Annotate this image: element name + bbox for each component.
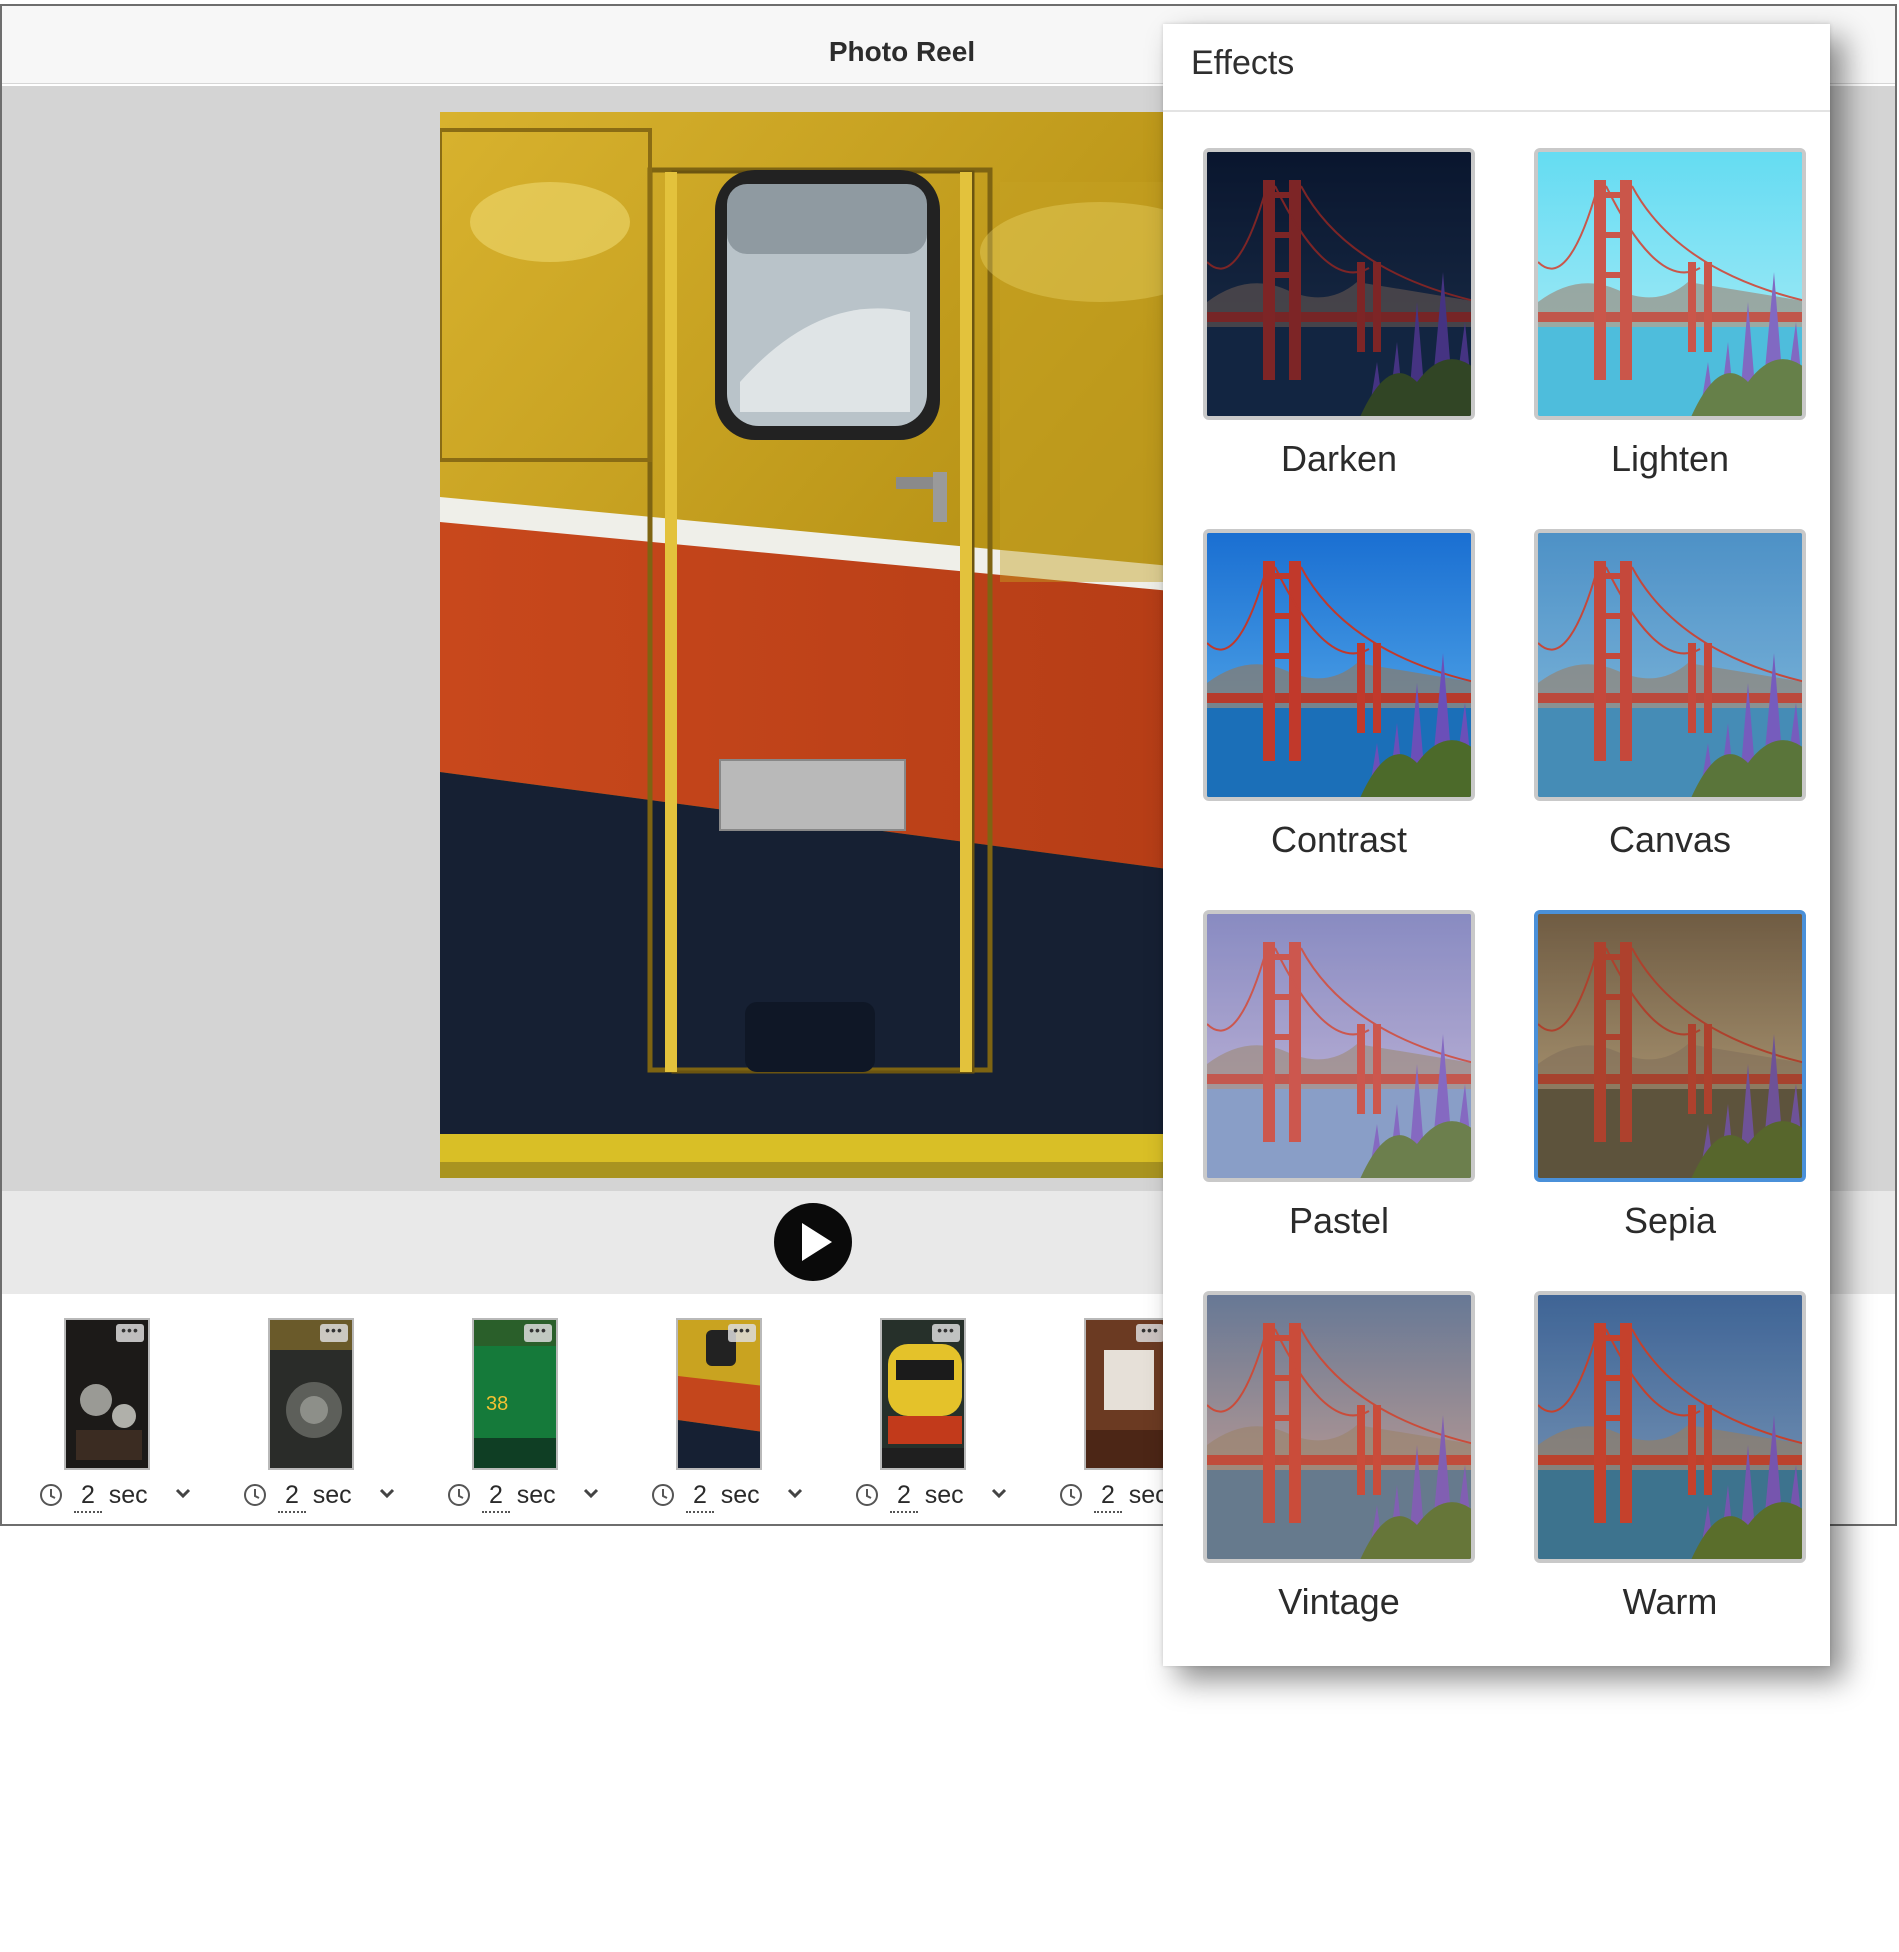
duration-value: 2 [278,1481,306,1513]
effect-option-sepia[interactable]: Sepia [1530,910,1810,1270]
bridge-preview-image [1538,914,1802,1178]
effect-preview[interactable] [1203,1291,1475,1563]
duration-unit: sec [1121,1481,1168,1509]
effect-label: Warm [1622,1581,1718,1622]
effect-preview[interactable] [1534,1291,1806,1563]
duration-value: 2 [890,1481,918,1513]
clock-icon [448,1484,470,1506]
effects-header: Effects [1163,24,1830,112]
slide-menu-icon[interactable]: ••• [116,1323,144,1342]
slide-image: 38 [474,1320,556,1468]
bridge-preview-image [1207,152,1471,416]
chevron-down-icon[interactable] [786,1486,804,1500]
effect-label: Canvas [1608,819,1732,860]
slide-duration[interactable]: 2 sec [278,1478,354,1513]
duration-unit: sec [917,1481,964,1509]
play-icon [802,1223,832,1261]
duration-unit: sec [713,1481,760,1509]
slide-menu-icon[interactable]: ••• [728,1323,756,1342]
effects-title: Effects [1191,44,1295,82]
effect-label: Vintage [1278,1581,1400,1622]
chevron-down-icon[interactable] [378,1486,396,1500]
bridge-preview-image [1207,914,1471,1178]
slide-image [270,1320,352,1468]
bridge-preview-image [1207,1295,1471,1559]
bridge-preview-image [1538,1295,1802,1559]
effect-option-warm[interactable]: Warm [1530,1291,1810,1651]
effect-preview[interactable] [1534,910,1806,1182]
effect-label: Lighten [1610,438,1730,479]
slide-duration[interactable]: 2 sec [74,1478,150,1513]
bridge-preview-image [1207,533,1471,797]
slide-thumbnail[interactable]: 38 ••• [472,1318,558,1470]
slide-duration[interactable]: 2 sec [890,1478,966,1513]
effect-option-pastel[interactable]: Pastel [1199,910,1479,1270]
slide-image [882,1320,964,1468]
slide-image [1086,1320,1168,1468]
slide-thumbnail[interactable]: ••• [64,1318,150,1470]
bridge-preview-image [1538,533,1802,797]
effect-preview[interactable] [1203,529,1475,801]
slide-duration[interactable]: 2 sec [1094,1478,1170,1513]
duration-unit: sec [101,1481,148,1509]
slide-menu-icon[interactable]: ••• [524,1323,552,1342]
chevron-down-icon[interactable] [990,1486,1008,1500]
slide-thumbnail[interactable]: ••• [880,1318,966,1470]
slide-duration[interactable]: 2 sec [482,1478,558,1513]
effect-option-lighten[interactable]: Lighten [1530,148,1810,508]
effect-preview[interactable] [1534,529,1806,801]
play-button[interactable] [774,1203,852,1281]
duration-unit: sec [305,1481,352,1509]
svg-text:38: 38 [486,1393,508,1415]
chevron-down-icon[interactable] [582,1486,600,1500]
slide-image [66,1320,148,1468]
effect-label: Darken [1280,438,1398,479]
slide-menu-icon[interactable]: ••• [1136,1323,1164,1342]
clock-icon [652,1484,674,1506]
filmstrip-slide: ••• 2 sec [818,1318,1018,1518]
duration-value: 2 [1094,1481,1122,1513]
slide-duration[interactable]: 2 sec [686,1478,762,1513]
duration-value: 2 [686,1481,714,1513]
filmstrip-slide: 38 ••• 2 sec [410,1318,610,1518]
clock-icon [244,1484,266,1506]
slide-thumbnail[interactable]: ••• [1084,1318,1170,1470]
filmstrip-slide: ••• 2 sec [206,1318,406,1518]
slide-thumbnail[interactable]: ••• [268,1318,354,1470]
effect-option-darken[interactable]: Darken [1199,148,1479,508]
effect-label: Contrast [1270,819,1408,860]
effect-preview[interactable] [1203,148,1475,420]
slide-menu-icon[interactable]: ••• [320,1323,348,1342]
effect-option-contrast[interactable]: Contrast [1199,529,1479,889]
slide-thumbnail[interactable]: ••• [676,1318,762,1470]
clock-icon [856,1484,878,1506]
effect-option-vintage[interactable]: Vintage [1199,1291,1479,1651]
slide-image [678,1320,760,1468]
duration-unit: sec [509,1481,556,1509]
effect-option-canvas[interactable]: Canvas [1530,529,1810,889]
filmstrip-slide: ••• 2 sec [2,1318,202,1518]
effect-preview[interactable] [1203,910,1475,1182]
effect-preview[interactable] [1534,148,1806,420]
duration-value: 2 [482,1481,510,1513]
chevron-down-icon[interactable] [174,1486,192,1500]
clock-icon [1060,1484,1082,1506]
clock-icon [40,1484,62,1506]
effects-panel: Effects Darken Lighten Contrast Canvas Paste… [1163,24,1830,1666]
effect-label: Pastel [1288,1200,1390,1241]
bridge-preview-image [1538,152,1802,416]
effect-label: Sepia [1623,1200,1717,1241]
filmstrip-slide: ••• 2 sec [614,1318,814,1518]
slide-menu-icon[interactable]: ••• [932,1323,960,1342]
duration-value: 2 [74,1481,102,1513]
